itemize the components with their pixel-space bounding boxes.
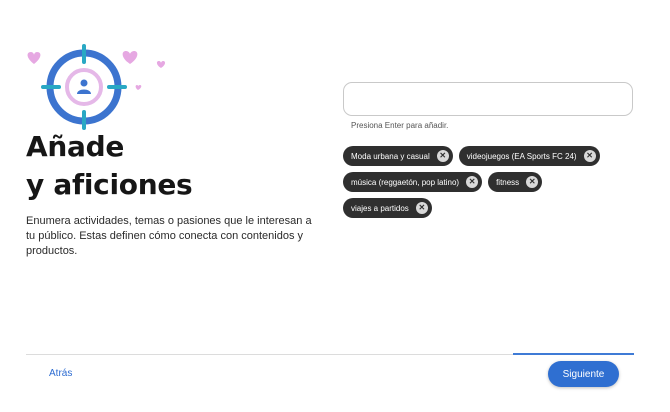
interest-chip: videojuegos (EA Sports FC 24) ✕ [458,146,600,166]
interest-chip: música (reggaetón, pop latino) ✕ [343,172,483,192]
target-icon [41,44,127,130]
heart-icon [27,52,41,64]
chip-row: Moda urbana y casual ✕ videojuegos (EA S… [343,146,643,166]
chip-label: Moda urbana y casual [351,151,430,161]
heart-icon [135,85,142,90]
input-hint: Presiona Enter para añadir. [351,121,449,130]
chip-row: música (reggaetón, pop latino) ✕ fitness… [343,172,643,192]
page-title-line-2: y aficiones [26,168,193,201]
target-illustration [27,44,166,130]
interest-input[interactable] [344,83,632,115]
heart-icon [156,61,166,68]
close-icon[interactable]: ✕ [436,150,449,162]
next-button[interactable]: Siguiente [548,361,619,387]
interest-chip: Moda urbana y casual ✕ [343,146,453,166]
close-icon[interactable]: ✕ [583,150,596,162]
title-block: Añade y aficiones Enumera actividades, t… [26,128,326,259]
chip-row: viajes a partidos ✕ [343,198,643,218]
interest-chip-list: Moda urbana y casual ✕ videojuegos (EA S… [343,146,643,224]
chip-label: fitness [496,177,520,187]
close-icon[interactable]: ✕ [526,176,539,188]
progress-bar [513,353,634,355]
interest-chip: viajes a partidos ✕ [343,198,432,218]
interest-chip: fitness ✕ [488,172,543,192]
chip-label: videojuegos (EA Sports FC 24) [466,151,577,161]
page-title-line-1: Añade [26,130,125,163]
chip-label: viajes a partidos [351,203,409,213]
back-button[interactable]: Atrás [49,368,72,379]
interest-input-wrapper [343,82,633,116]
page-description: Enumera actividades, temas o pasiones qu… [26,215,312,257]
chip-label: música (reggaetón, pop latino) [351,177,460,187]
heart-icon [122,51,138,64]
close-icon[interactable]: ✕ [415,202,428,214]
close-icon[interactable]: ✕ [466,176,479,188]
